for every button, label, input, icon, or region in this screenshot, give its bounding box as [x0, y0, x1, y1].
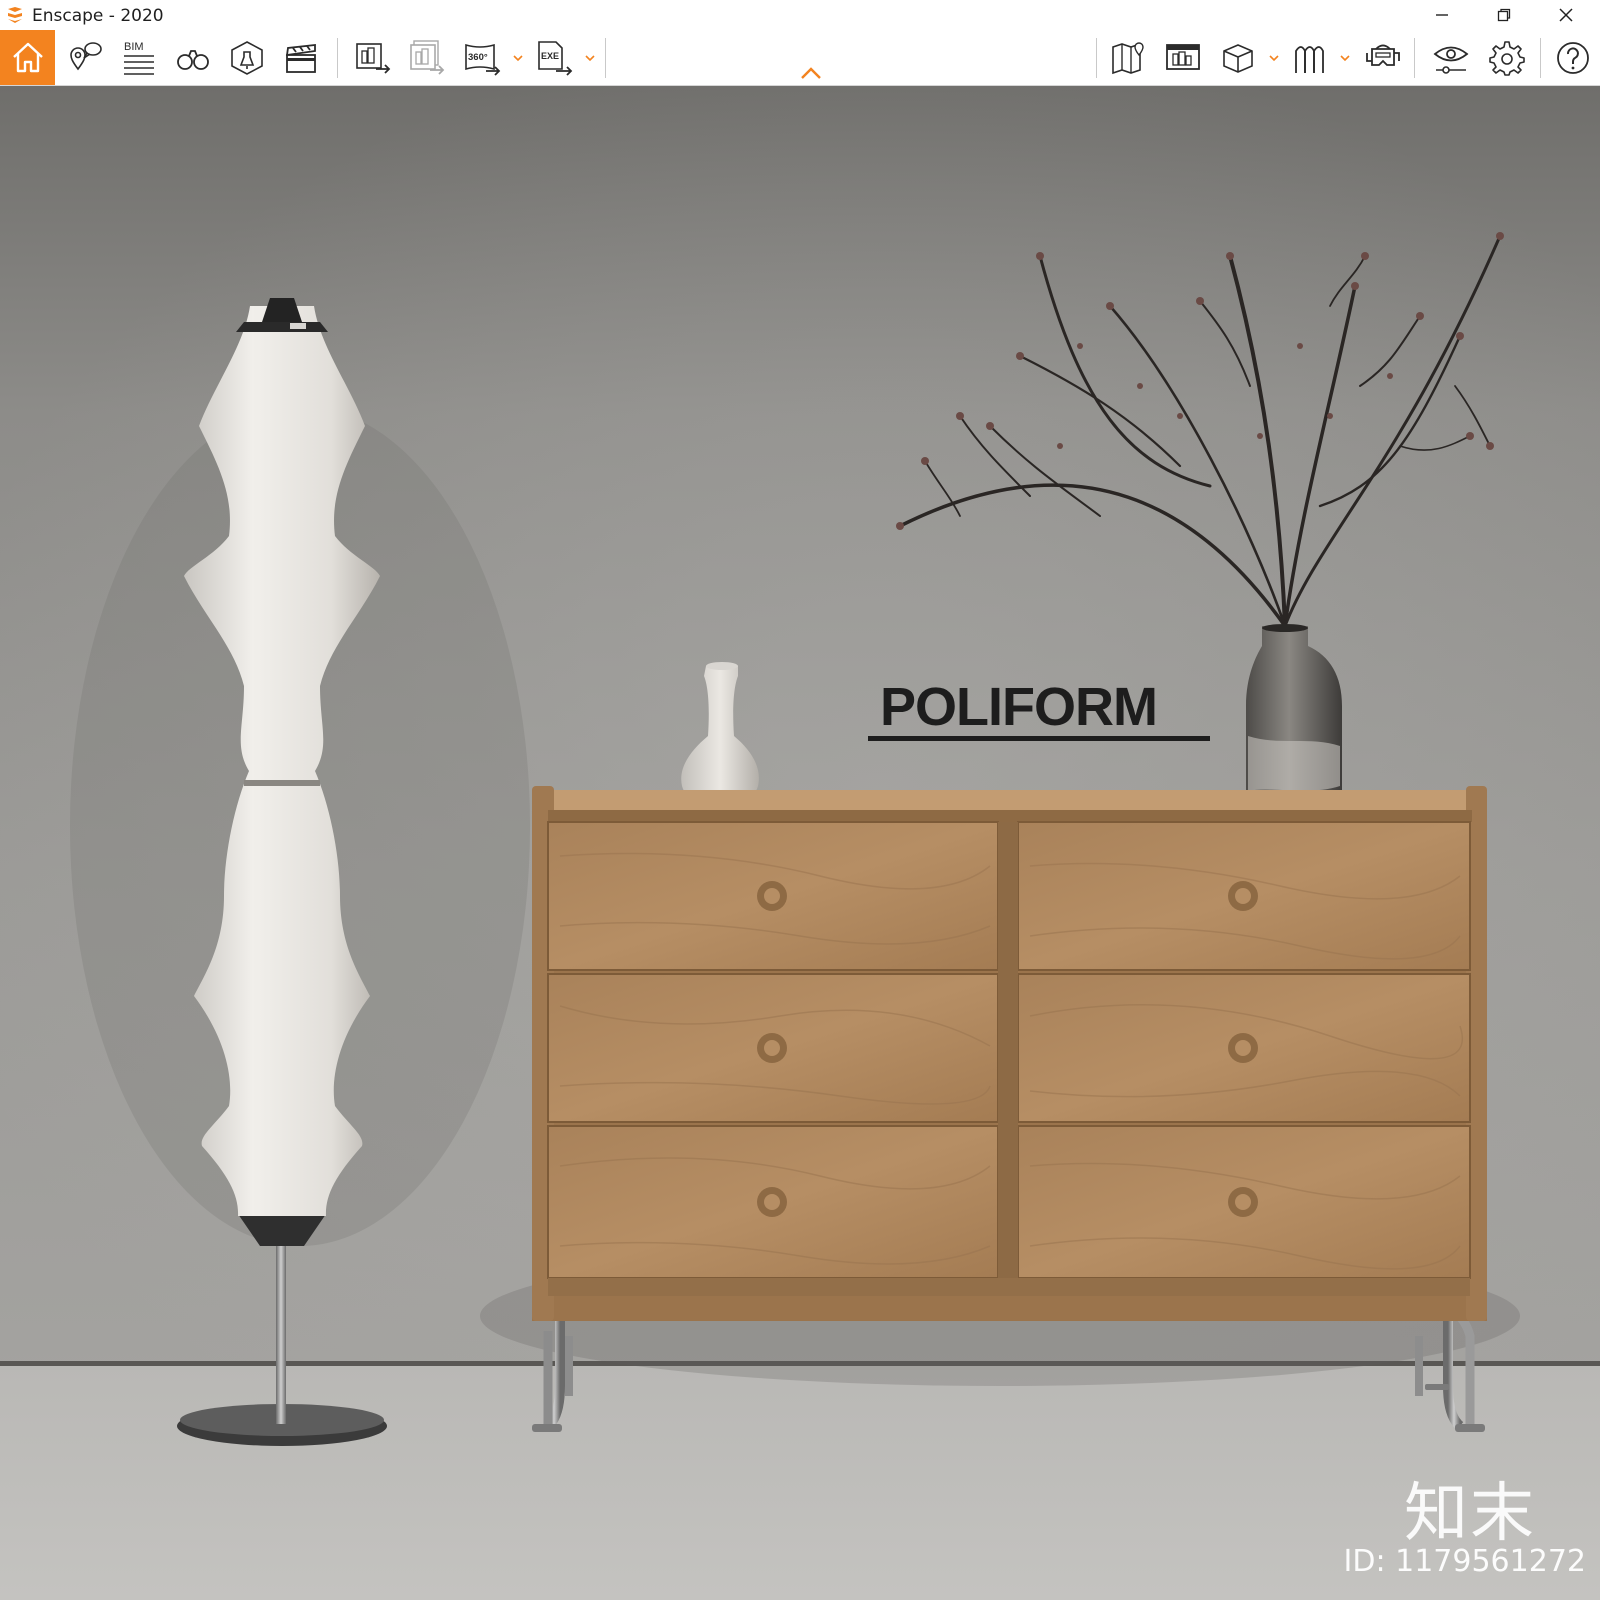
map-icon [1112, 41, 1144, 74]
chevron-down-icon[interactable] [585, 53, 595, 63]
light-view-icon [231, 40, 263, 75]
bim-icon: BIM [124, 41, 154, 75]
location-pin-icon [70, 41, 102, 70]
toolbar-separator [1414, 38, 1415, 78]
chevron-down-icon[interactable] [1269, 53, 1279, 63]
help-icon [1557, 41, 1589, 74]
close-icon [1559, 8, 1573, 22]
toolbar-separator [1540, 38, 1541, 78]
vr-headset-button[interactable] [1360, 30, 1406, 85]
video-editor-button[interactable] [278, 30, 324, 85]
visual-settings-button[interactable] [1428, 30, 1474, 85]
binoculars-button[interactable] [170, 30, 216, 85]
toolbar-separator [1096, 38, 1097, 78]
watermark-logo: 知末 [1404, 1477, 1536, 1551]
home-icon [12, 42, 43, 72]
chevron-down-icon[interactable] [1340, 53, 1350, 63]
clapperboard-icon [285, 43, 316, 73]
batch-export-icon [410, 39, 445, 75]
collapse-toolbar-icon[interactable] [800, 66, 822, 80]
minimize-icon [1436, 14, 1448, 16]
restore-button[interactable] [1476, 0, 1532, 30]
asset-library-icon [1166, 43, 1200, 70]
vr-headset-icon [1366, 44, 1400, 66]
settings-button[interactable] [1484, 30, 1530, 85]
bim-button[interactable]: BIM [116, 30, 162, 85]
panorama-export-button[interactable]: 360° [460, 30, 506, 85]
material-icon [1295, 45, 1324, 73]
restore-icon [1497, 8, 1511, 22]
enscape-logo-icon [8, 7, 22, 23]
chevron-down-icon[interactable] [513, 53, 523, 63]
binoculars-icon [177, 49, 209, 70]
object-button[interactable] [1216, 30, 1262, 85]
window-title: Enscape - 2020 [32, 6, 164, 26]
panorama-label: 360° [468, 52, 488, 63]
render-viewport[interactable]: POLIFORM [0, 86, 1600, 1600]
material-editor-button[interactable] [1288, 30, 1334, 85]
exe-export-icon: EXE [538, 40, 573, 76]
visual-settings-icon [1433, 46, 1469, 74]
help-button[interactable] [1550, 30, 1596, 85]
bim-label: BIM [124, 41, 144, 53]
screenshot-export-button[interactable] [350, 30, 396, 85]
close-button[interactable] [1538, 0, 1594, 30]
exe-label: EXE [541, 51, 559, 61]
light-view-button[interactable] [224, 30, 270, 85]
wall-brand-logo: POLIFORM [880, 677, 1158, 737]
exe-export-button[interactable]: EXE [532, 30, 578, 85]
cube-icon [1223, 43, 1253, 73]
gear-icon [1489, 40, 1525, 76]
home-button[interactable] [0, 30, 55, 85]
panorama-360-icon: 360° [465, 43, 501, 76]
watermark-id: ID: 1179561272 [1343, 1544, 1586, 1579]
toolbar-separator [337, 38, 338, 78]
minimize-button[interactable] [1414, 0, 1470, 30]
map-button[interactable] [1106, 30, 1152, 85]
scene-render [0, 86, 1600, 1600]
toolbar-separator [605, 38, 606, 78]
title-bar: Enscape - 2020 [0, 0, 1600, 31]
brand-underline [868, 736, 1210, 741]
location-views-button[interactable] [62, 30, 108, 85]
export-screenshot-icon [356, 42, 391, 74]
asset-library-button[interactable] [1160, 30, 1206, 85]
batch-export-button[interactable] [404, 30, 450, 85]
